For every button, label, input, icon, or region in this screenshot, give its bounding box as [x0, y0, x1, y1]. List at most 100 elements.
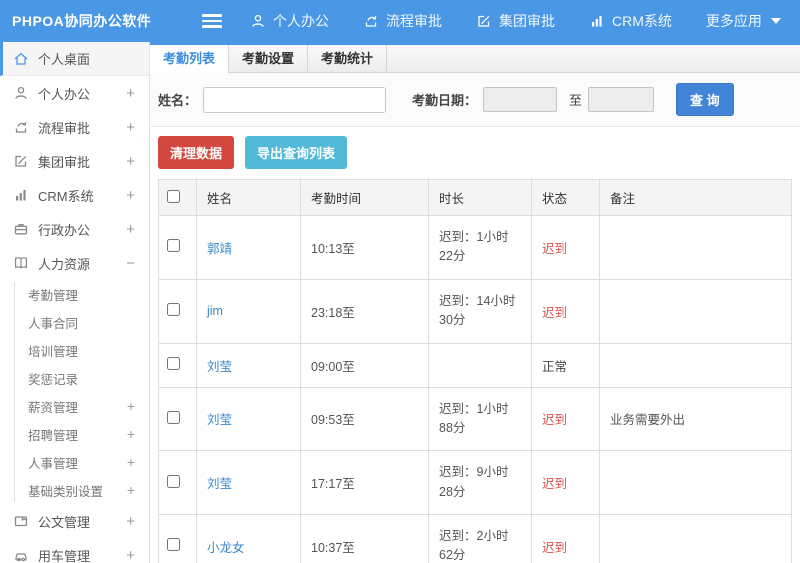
employee-name-link[interactable]: 刘莹	[207, 413, 232, 427]
collapse-icon[interactable]: −	[126, 255, 135, 272]
sidebar-item-admin-office[interactable]: 行政办公 +	[0, 212, 149, 246]
sidebar-item-label: 流程审批	[38, 120, 91, 136]
remark-cell	[599, 215, 792, 280]
clear-data-button[interactable]: 清理数据	[158, 136, 235, 169]
sidebar-subitem-hr-contracts[interactable]: 人事合同	[0, 308, 149, 336]
attendance-time: 17:17至	[300, 450, 429, 515]
sidebar-item-label: 个人桌面	[38, 52, 91, 67]
attendance-date-label: 考勤日期：	[412, 93, 478, 108]
sidebar-item-label: 行政办公	[38, 222, 91, 238]
select-all-checkbox[interactable]	[167, 189, 180, 203]
employee-name-link[interactable]: 郭靖	[207, 242, 232, 256]
sidebar: 个人桌面 个人办公 + 流程审批 + 集团审批 + CRM系统 + 行政办公 +	[0, 42, 150, 563]
date-to-label: 至	[569, 93, 583, 108]
row-checkbox[interactable]	[167, 303, 180, 317]
row-checkbox[interactable]	[167, 239, 180, 253]
expand-icon[interactable]: +	[127, 398, 135, 414]
sidebar-subitem-salary-management[interactable]: 薪资管理 +	[0, 392, 149, 420]
header-name: 姓名	[196, 179, 301, 216]
table-row: jim 23:18至 迟到：14小时30分 迟到	[158, 278, 792, 344]
status-badge: 迟到	[542, 241, 568, 256]
topnav-group-approval[interactable]: 集团审批	[476, 11, 555, 31]
row-checkbox[interactable]	[167, 474, 180, 488]
sidebar-subitem-label: 招聘管理	[28, 428, 79, 443]
employee-name-link[interactable]: 小龙女	[207, 541, 245, 555]
date-to-input[interactable]	[588, 87, 655, 112]
header-remark: 备注	[599, 179, 792, 216]
name-input[interactable]	[203, 86, 387, 113]
remark-cell	[599, 278, 792, 344]
sidebar-item-human-resources[interactable]: 人力资源 −	[0, 246, 149, 280]
duration-cell: 迟到：1小时88分	[428, 386, 532, 452]
row-checkbox[interactable]	[167, 538, 180, 552]
home-icon	[14, 52, 28, 65]
sidebar-subitem-base-category-settings[interactable]: 基础类别设置 +	[0, 476, 149, 504]
attendance-table-wrap: 姓名 考勤时间 时长 状态 备注 郭靖 10:13至 迟到：1小时22分 迟到	[158, 179, 792, 563]
attendance-table: 姓名 考勤时间 时长 状态 备注 郭靖 10:13至 迟到：1小时22分 迟到	[158, 179, 792, 563]
sidebar-item-group-approval[interactable]: 集团审批 +	[0, 144, 149, 178]
table-row: 刘莹 09:00至 正常	[158, 342, 792, 388]
remark-cell	[599, 450, 792, 515]
tab-attendance-list[interactable]: 考勤列表	[150, 45, 229, 74]
status-badge: 迟到	[542, 413, 568, 428]
bar-chart-icon	[16, 190, 26, 201]
sidebar-subitem-personnel-management[interactable]: 人事管理 +	[0, 448, 149, 476]
sidebar-item-personal-office[interactable]: 个人办公 +	[0, 76, 149, 110]
remark-cell: 业务需要外出	[599, 386, 792, 452]
tab-attendance-settings[interactable]: 考勤设置	[229, 45, 308, 72]
sidebar-subitem-label: 基础类别设置	[28, 484, 104, 499]
sidebar-subitem-recruitment-management[interactable]: 招聘管理 +	[0, 420, 149, 448]
expand-icon[interactable]: +	[126, 547, 135, 563]
sidebar-subitem-attendance-management[interactable]: 考勤管理	[0, 280, 149, 308]
topnav-label: CRM系统	[612, 13, 672, 29]
sidebar-subitem-training-management[interactable]: 培训管理	[0, 336, 149, 364]
expand-icon[interactable]: +	[126, 85, 135, 102]
date-from-input[interactable]	[483, 87, 558, 112]
tab-attendance-statistics[interactable]: 考勤统计	[308, 45, 387, 72]
topnav-label: 更多应用	[705, 13, 762, 29]
edit-icon	[478, 15, 490, 27]
expand-icon[interactable]: +	[127, 482, 135, 498]
sidebar-item-crm-system[interactable]: CRM系统 +	[0, 178, 149, 212]
table-row: 刘莹 17:17至 迟到：9小时28分 迟到	[158, 450, 792, 515]
topnav-more-apps[interactable]: 更多应用	[706, 11, 781, 31]
topnav-crm-system[interactable]: CRM系统	[589, 11, 672, 31]
remark-cell	[599, 342, 792, 388]
employee-name-link[interactable]: jim	[207, 304, 223, 318]
expand-icon[interactable]: +	[126, 187, 135, 204]
topnav-workflow-approval[interactable]: 流程审批	[363, 11, 442, 31]
remark-cell	[599, 514, 792, 563]
duration-cell: 迟到：9小时28分	[428, 450, 532, 515]
row-checkbox[interactable]	[167, 357, 180, 370]
status-badge: 迟到	[542, 477, 568, 492]
export-list-button[interactable]: 导出查询列表	[245, 136, 348, 169]
name-label: 姓名：	[158, 93, 198, 108]
table-header-row: 姓名 考勤时间 时长 状态 备注	[158, 179, 792, 216]
topnav-personal-office[interactable]: 个人办公	[250, 11, 329, 31]
attendance-time: 10:37至	[300, 514, 429, 563]
edit-icon	[15, 155, 27, 167]
menu-toggle-icon[interactable]	[202, 14, 222, 28]
expand-icon[interactable]: +	[127, 454, 135, 470]
sidebar-item-document-management[interactable]: 公文管理 +	[0, 504, 149, 538]
sidebar-item-personal-desktop[interactable]: 个人桌面	[0, 42, 149, 76]
employee-name-link[interactable]: 刘莹	[207, 360, 232, 374]
search-button[interactable]: 查 询	[676, 83, 734, 116]
expand-icon[interactable]: +	[126, 513, 135, 530]
expand-icon[interactable]: +	[126, 221, 135, 238]
expand-icon[interactable]: +	[127, 426, 135, 442]
sidebar-item-vehicle-management[interactable]: 用车管理 +	[0, 538, 149, 563]
topnav-label: 集团审批	[499, 13, 555, 29]
sidebar-subitem-reward-punishment[interactable]: 奖惩记录	[0, 364, 149, 392]
expand-icon[interactable]: +	[126, 119, 135, 136]
row-checkbox[interactable]	[167, 410, 180, 424]
duration-cell: 迟到：2小时62分	[428, 514, 532, 563]
expand-icon[interactable]: +	[126, 153, 135, 170]
duration-cell	[428, 342, 532, 388]
employee-name-link[interactable]: 刘莹	[207, 477, 232, 491]
top-navigation: 个人办公 流程审批 集团审批 CRM系统 更多应用	[250, 11, 781, 31]
table-row: 刘莹 09:53至 迟到：1小时88分 迟到 业务需要外出	[158, 386, 792, 452]
sidebar-item-workflow-approval[interactable]: 流程审批 +	[0, 110, 149, 144]
document-icon	[14, 516, 28, 527]
sidebar-subitem-label: 人事合同	[28, 316, 79, 331]
